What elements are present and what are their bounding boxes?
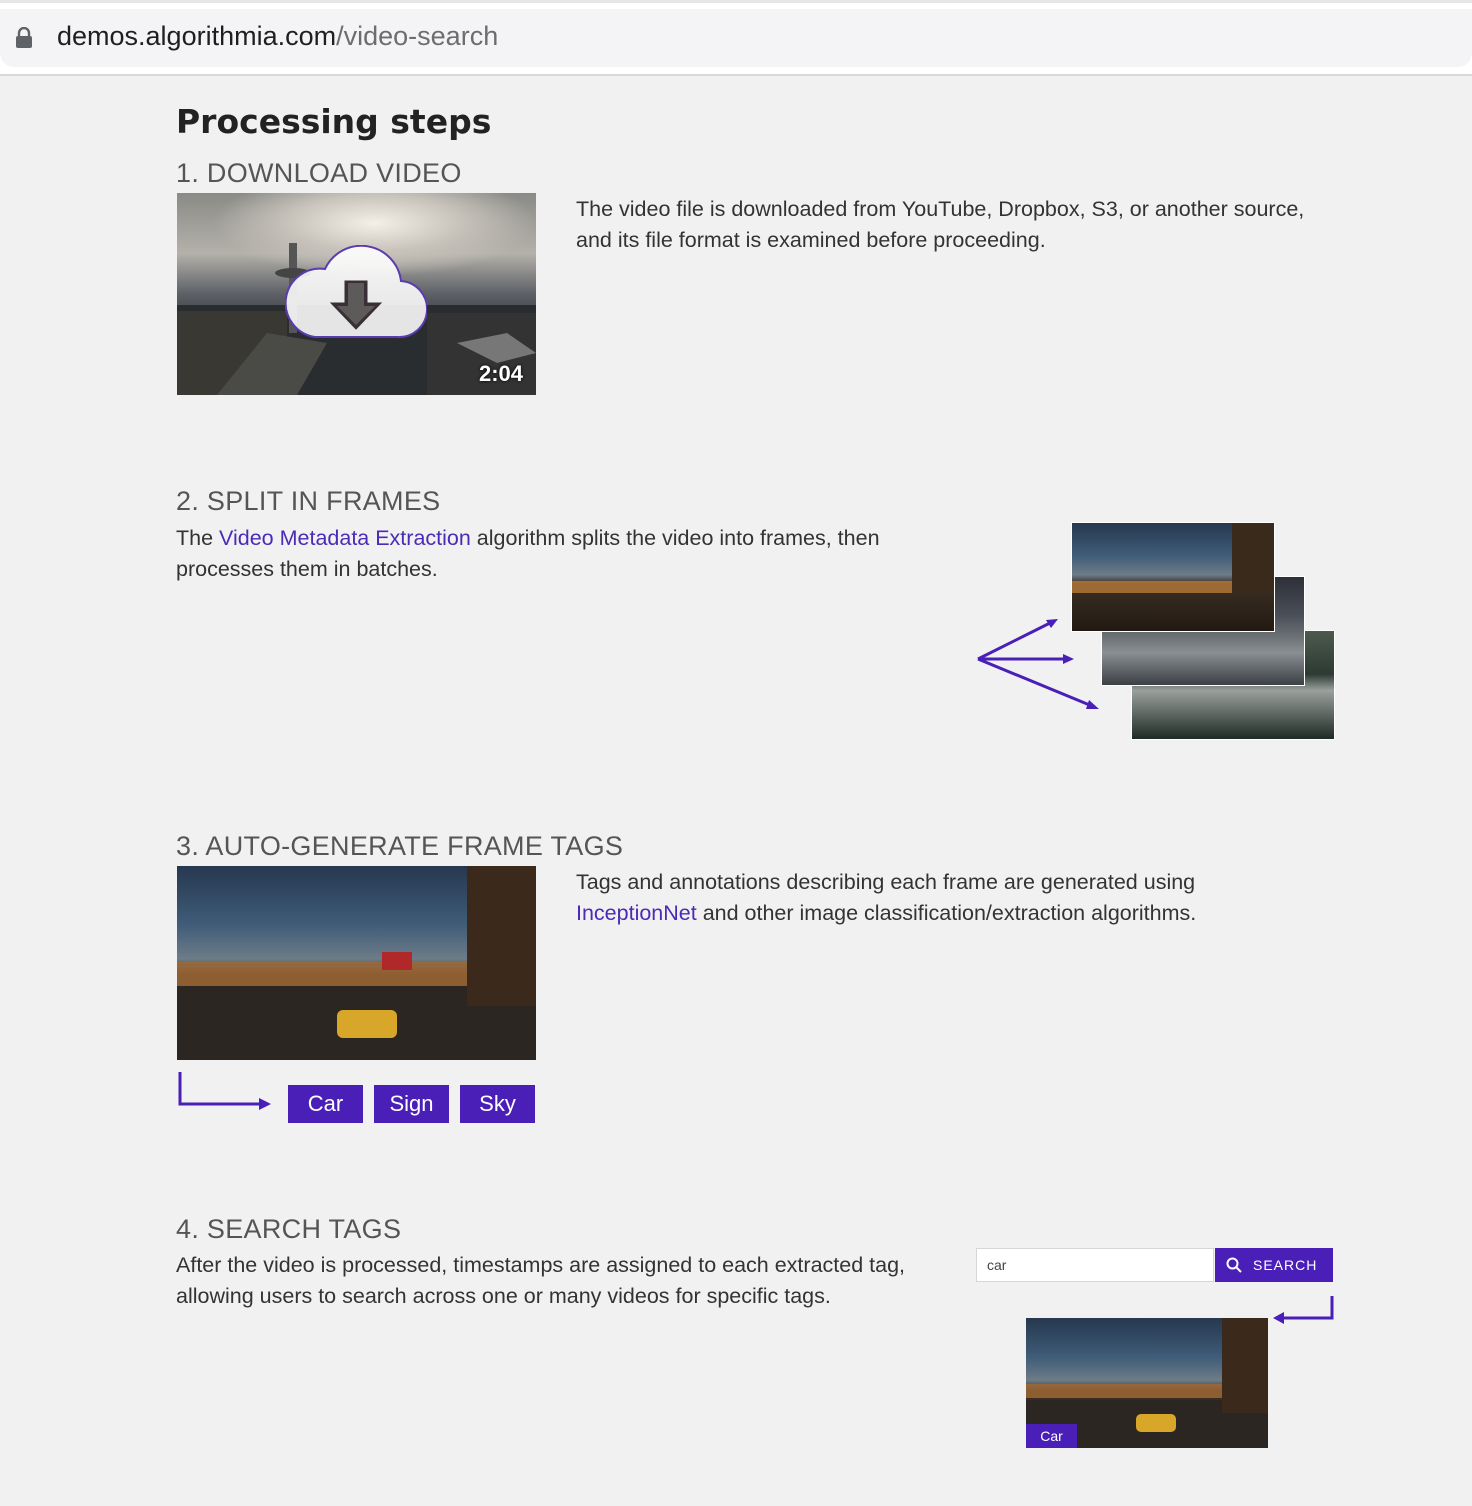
video-thumbnail: 2:04: [177, 193, 536, 395]
tag-sign: Sign: [374, 1085, 449, 1123]
url-host: demos.algorithmia.com: [57, 21, 337, 51]
search-input[interactable]: car: [976, 1248, 1214, 1282]
tag-car: Car: [288, 1085, 363, 1123]
cloud-download-icon: [285, 245, 427, 339]
search-result-thumbnail[interactable]: Car: [1026, 1318, 1268, 1448]
step-2-title: 2. SPLIT IN FRAMES: [176, 486, 441, 516]
result-tag-car: Car: [1026, 1424, 1077, 1448]
step-2-description: The Video Metadata Extraction algorithm …: [176, 523, 956, 585]
tag-sky: Sky: [460, 1085, 535, 1123]
tag-arrow-icon: [178, 1072, 271, 1110]
step-3-text-after: and other image classification/extractio…: [696, 901, 1197, 925]
step-1-description: The video file is downloaded from YouTub…: [576, 197, 1305, 252]
lock-icon[interactable]: [14, 27, 34, 49]
tab-strip-edge: [0, 0, 1472, 3]
url-path: /video-search: [336, 21, 499, 51]
step-3-title: 3. AUTO-GENERATE FRAME TAGS: [176, 831, 624, 861]
step-1-title: 1. DOWNLOAD VIDEO: [176, 158, 462, 188]
inceptionnet-link[interactable]: InceptionNet: [576, 901, 697, 925]
video-duration: 2:04: [478, 361, 523, 386]
browser-address-bar: demos.algorithmia.com/video-search: [0, 0, 1472, 76]
step-2-text-before: The: [176, 526, 220, 550]
url-text[interactable]: demos.algorithmia.com/video-search: [57, 21, 498, 52]
step-3-text-before: Tags and annotations describing each fra…: [576, 870, 1196, 894]
search-button-label: SEARCH: [1253, 1257, 1318, 1273]
frame-image: [177, 866, 536, 1060]
result-arrow-icon: [1273, 1296, 1334, 1324]
search-button[interactable]: SEARCH: [1215, 1248, 1333, 1282]
frame-thumbnail-1: [1071, 522, 1275, 632]
video-metadata-extraction-link[interactable]: Video Metadata Extraction: [219, 526, 471, 550]
toolbar-divider: [0, 74, 1472, 76]
page-title: Processing steps: [176, 102, 492, 141]
step-4-title: 4. SEARCH TAGS: [176, 1214, 402, 1244]
step-4-description: After the video is processed, timestamps…: [176, 1253, 905, 1308]
step-3-description: Tags and annotations describing each fra…: [576, 867, 1316, 929]
search-icon: [1226, 1257, 1242, 1273]
